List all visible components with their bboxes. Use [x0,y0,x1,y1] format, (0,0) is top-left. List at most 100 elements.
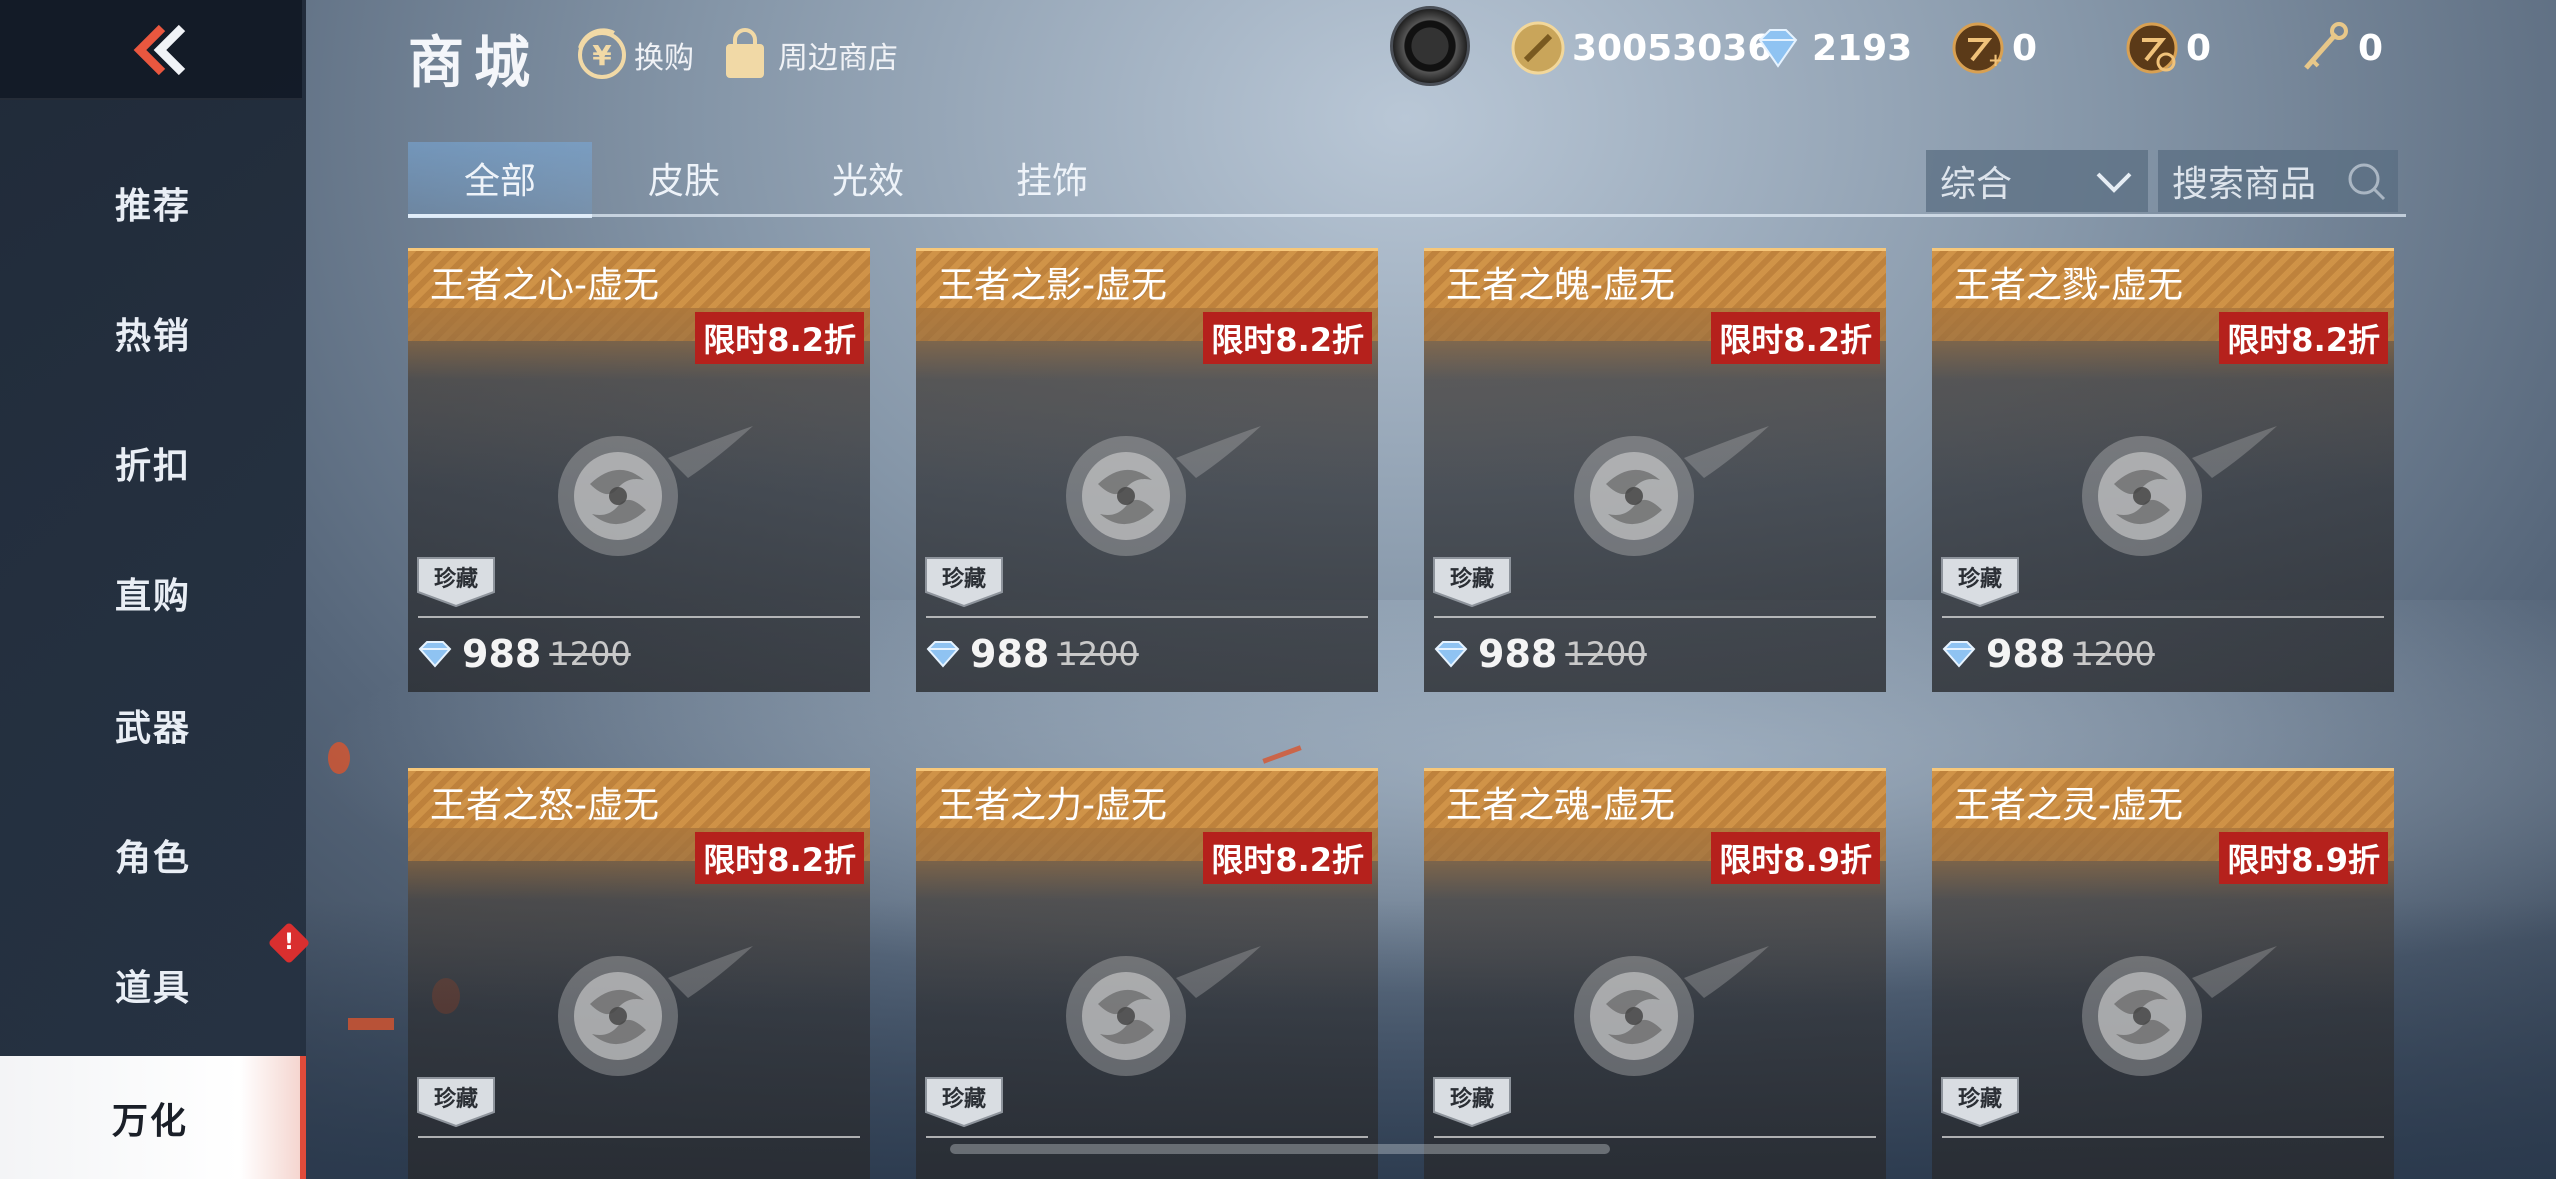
alert-badge: ! [267,921,311,965]
alert-badge-text: ! [283,930,295,955]
coin-amount: 30053036 [1572,27,1773,69]
svg-text:珍藏: 珍藏 [1958,566,2002,592]
product-card[interactable]: 王者之怒-虚无 限时8.2折 珍藏 [408,768,870,1179]
product-name: 王者之力-虚无 [938,785,1167,826]
ember-particle [328,742,350,774]
exchange-label: 换购 [634,41,694,76]
search-icon [2348,163,2386,201]
current-price: 988 [970,632,1050,676]
void-orb-icon [2082,426,2277,556]
product-card[interactable]: 王者之影-虚无 限时8.2折 珍藏 988 1200 [916,248,1378,692]
rare-tag: 珍藏 [417,557,495,608]
tab-skins[interactable]: 皮肤 [592,142,776,214]
discount-badge: 限时8.2折 [2219,312,2388,364]
tab-charms[interactable]: 挂饰 [960,142,1144,214]
voucher-b-balance: 0 [2124,20,2211,76]
sidebar-item-weapons[interactable]: 武器 [0,660,306,790]
product-card[interactable]: 王者之力-虚无 限时8.2折 珍藏 [916,768,1378,1179]
product-card[interactable]: 王者之心-虚无 限时8.2折 珍藏 988 1200 [408,248,870,692]
rare-tag: 珍藏 [925,557,1003,608]
tab-label: 全部 [463,161,536,202]
merch-shop-link[interactable]: 周边商店 [718,28,898,82]
original-price: 1200 [2073,635,2155,673]
sidebar-item-hot[interactable]: 热销 [0,268,306,398]
tab-label: 皮肤 [647,161,720,202]
sidebar-item-label: 角色 [114,838,191,879]
sidebar-item-label: 武器 [114,708,191,749]
original-price: 1200 [1057,635,1139,673]
sidebar-item-items[interactable]: 道具 [0,920,306,1050]
original-price: 1200 [1565,635,1647,673]
coin-balance: 30053036 [1510,20,1772,76]
shopping-bag-icon [726,28,764,78]
avatar[interactable] [1390,6,1470,86]
exchange-link[interactable]: ¥ 换购 [574,28,694,82]
diamond-icon [1434,641,1468,668]
back-chevron-icon [133,24,186,76]
back-button[interactable] [0,0,302,100]
product-name: 王者之影-虚无 [938,265,1167,306]
void-orb-icon [1574,426,1769,556]
discount-badge: 限时8.2折 [695,832,864,884]
void-orb-icon [1574,946,1769,1076]
svg-text:珍藏: 珍藏 [1958,1086,2002,1112]
discount-badge: 限时8.2折 [1203,832,1372,884]
void-orb-icon [1066,426,1261,556]
tab-underline [408,214,2406,217]
sidebar-item-direct[interactable]: 直购 [0,528,306,658]
sidebar-item-discount[interactable]: 折扣 [0,398,306,528]
sidebar-item-wanhua[interactable]: 万化 [0,1056,306,1179]
tab-effects[interactable]: 光效 [776,142,960,214]
rare-tag: 珍藏 [1941,1077,2019,1128]
sidebar-item-label: 直购 [114,576,191,617]
card-divider [1434,616,1876,618]
void-orb-icon [1066,946,1261,1076]
tab-all[interactable]: 全部 [408,142,592,218]
diamond-icon [418,641,452,668]
sidebar-item-label: 道具 [114,968,191,1009]
gold-coin-icon [1511,21,1565,75]
svg-text:+: + [1988,50,2003,71]
voucher-a-amount: 0 [2012,27,2038,69]
product-name: 王者之戮-虚无 [1954,265,2183,306]
product-name: 王者之魂-虚无 [1446,785,1675,826]
sort-dropdown[interactable]: 综合 [1926,150,2148,212]
diamond-balance: 2193 [1750,20,1912,76]
key-icon [2304,22,2348,70]
sidebar-item-recommend[interactable]: 推荐 [0,138,306,268]
card-divider [1434,1136,1876,1138]
svg-text:珍藏: 珍藏 [1450,1086,1494,1112]
horizontal-scrollbar[interactable] [950,1144,1610,1154]
ember-particle [348,1018,394,1030]
search-input[interactable]: 搜索商品 [2158,150,2398,212]
rare-tag: 珍藏 [1433,557,1511,608]
page-title: 商城 [408,31,540,96]
svg-text:珍藏: 珍藏 [942,566,986,592]
sidebar-item-characters[interactable]: 角色 [0,790,306,920]
discount-badge: 限时8.2折 [1711,312,1880,364]
sidebar-item-label: 折扣 [114,446,191,487]
product-card[interactable]: 王者之魄-虚无 限时8.2折 珍藏 988 1200 [1424,248,1886,692]
original-price: 1200 [549,635,631,673]
diamond-icon [1758,29,1798,68]
price-row: 988 1200 [1940,632,2155,676]
svg-text:珍藏: 珍藏 [434,1086,478,1112]
sidebar-item-label: 万化 [111,1100,188,1142]
diamond-icon [926,641,960,668]
product-name: 王者之灵-虚无 [1954,785,2183,826]
svg-text:珍藏: 珍藏 [942,1086,986,1112]
product-card[interactable]: 王者之戮-虚无 限时8.2折 珍藏 988 1200 [1932,248,2394,692]
diamond-icon [1942,641,1976,668]
tab-label: 挂饰 [1015,161,1088,202]
product-card[interactable]: 王者之灵-虚无 限时8.9折 珍藏 [1932,768,2394,1179]
product-card[interactable]: 王者之魂-虚无 限时8.9折 珍藏 [1424,768,1886,1179]
svg-text:¥: ¥ [592,39,612,72]
price-row: 988 1200 [1432,632,1647,676]
card-divider [418,1136,860,1138]
svg-text:珍藏: 珍藏 [1450,566,1494,592]
card-divider [926,1136,1368,1138]
voucher-a-balance: + 0 [1950,20,2037,76]
current-price: 988 [1986,632,2066,676]
discount-badge: 限时8.9折 [1711,832,1880,884]
key-balance: 0 [2296,20,2383,76]
